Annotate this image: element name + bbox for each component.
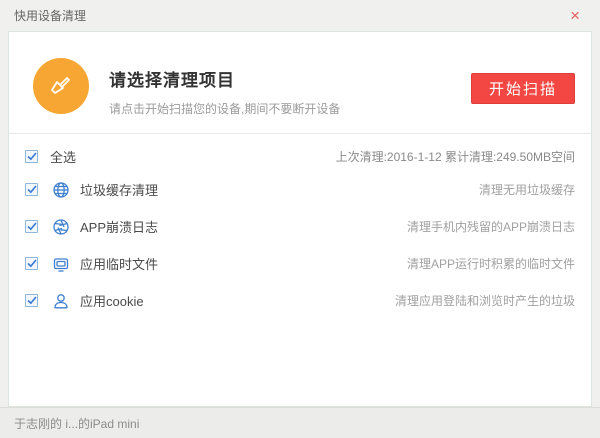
close-icon[interactable]: × — [566, 5, 584, 26]
item-label: 应用临时文件 — [80, 254, 158, 273]
window-title: 快用设备清理 — [14, 7, 566, 24]
broom-icon — [33, 58, 89, 114]
item-description: 清理手机内残留的APP崩溃日志 — [407, 218, 575, 235]
select-all-row: 全选 上次清理:2016-1-12 累计清理:249.50MB空间 — [25, 141, 575, 171]
cleanup-stats: 上次清理:2016-1-12 累计清理:249.50MB空间 — [336, 148, 575, 165]
item-checkbox[interactable] — [25, 257, 38, 270]
item-label: APP崩溃日志 — [80, 217, 158, 236]
item-checkbox[interactable] — [25, 294, 38, 307]
select-all-label: 全选 — [50, 147, 76, 166]
list-item: 应用临时文件 清理APP运行时积累的临时文件 — [25, 245, 575, 282]
list-item: 应用cookie 清理应用登陆和浏览时产生的垃圾 — [25, 282, 575, 319]
item-label: 应用cookie — [80, 291, 144, 310]
item-label: 垃圾缓存清理 — [80, 180, 158, 199]
chat-display-icon — [52, 255, 70, 273]
item-checkbox[interactable] — [25, 220, 38, 233]
main-panel: 请选择清理项目 请点击开始扫描您的设备,期间不要断开设备 开始扫描 全选 上次清… — [8, 31, 592, 407]
device-name: 于志刚的 i...的iPad mini — [14, 415, 139, 432]
globe-icon — [52, 181, 70, 199]
item-description: 清理无用垃圾缓存 — [479, 181, 575, 198]
item-description: 清理应用登陆和浏览时产生的垃圾 — [395, 292, 575, 309]
statusbar: 于志刚的 i...的iPad mini — [0, 407, 600, 438]
item-description: 清理APP运行时积累的临时文件 — [407, 255, 575, 272]
select-all-checkbox[interactable] — [25, 150, 38, 163]
titlebar: 快用设备清理 × — [0, 0, 600, 31]
user-icon — [52, 292, 70, 310]
list-item: 垃圾缓存清理 清理无用垃圾缓存 — [25, 171, 575, 208]
aperture-icon — [52, 218, 70, 236]
start-scan-button[interactable]: 开始扫描 — [471, 73, 575, 104]
cleanup-list: 全选 上次清理:2016-1-12 累计清理:249.50MB空间 垃圾缓存清理… — [9, 141, 591, 319]
list-item: APP崩溃日志 清理手机内残留的APP崩溃日志 — [25, 208, 575, 245]
item-checkbox[interactable] — [25, 183, 38, 196]
panel-header: 请选择清理项目 请点击开始扫描您的设备,期间不要断开设备 开始扫描 — [9, 32, 591, 134]
